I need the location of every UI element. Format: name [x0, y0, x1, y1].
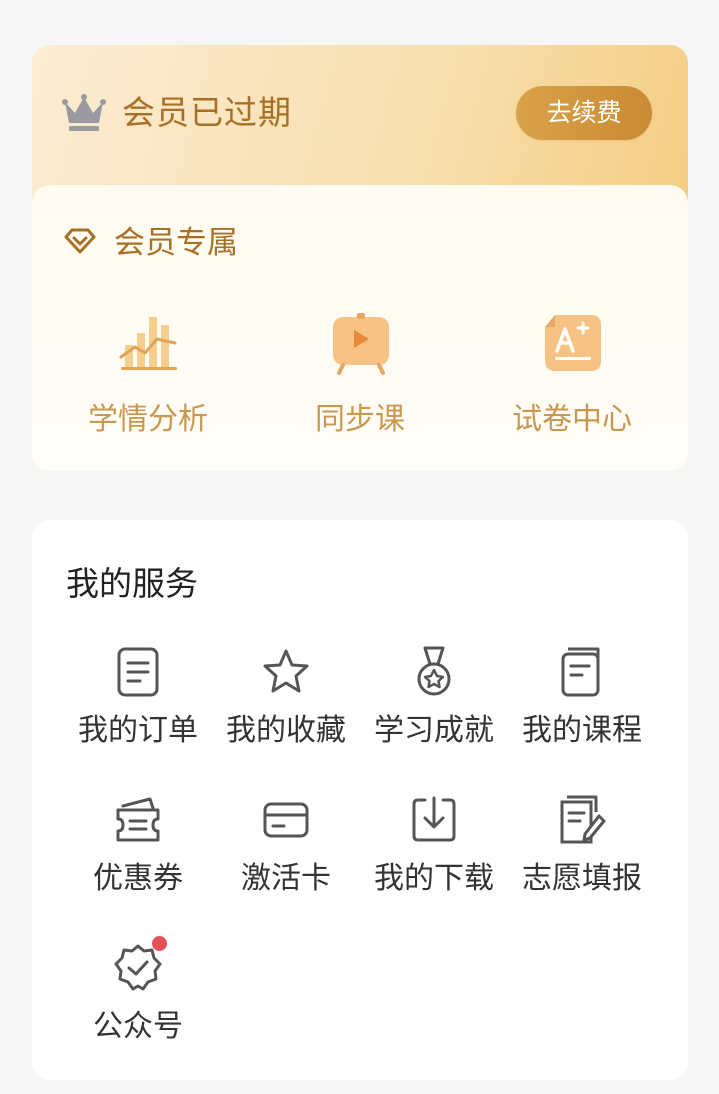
perk-sync-course[interactable]: 同步课 [254, 305, 466, 445]
download-icon [412, 796, 456, 842]
member-exclusive-title: 会员专属 [114, 225, 238, 261]
perk-label: 学情分析 [88, 402, 208, 437]
service-label: 我的下载 [374, 861, 494, 896]
video-lesson-icon [333, 313, 389, 375]
bar-chart-icon [119, 317, 177, 370]
service-my-downloads[interactable]: 我的下载 [360, 794, 508, 914]
service-label: 我的收藏 [226, 713, 346, 748]
service-label: 志愿填报 [522, 861, 642, 896]
service-coupons[interactable]: 优惠券 [64, 794, 212, 914]
membership-status: 会员已过期 [122, 93, 292, 132]
service-my-orders[interactable]: 我的订单 [64, 646, 212, 766]
service-label: 优惠券 [93, 861, 183, 896]
coupon-icon [116, 797, 160, 842]
crown-icon [62, 94, 106, 131]
service-official-account[interactable]: 公众号 [64, 936, 212, 1062]
exam-paper-icon [545, 315, 601, 371]
membership-header: 会员已过期 去续费 [32, 45, 688, 185]
service-my-courses[interactable]: 我的课程 [508, 646, 656, 766]
service-achievements[interactable]: 学习成就 [360, 646, 508, 766]
service-label: 我的课程 [522, 713, 642, 748]
service-label: 我的订单 [78, 713, 198, 748]
medal-icon [417, 646, 451, 696]
service-application-filling[interactable]: 志愿填报 [508, 794, 656, 914]
course-book-icon [561, 647, 600, 697]
perk-label: 试卷中心 [512, 402, 632, 437]
perk-label: 同步课 [315, 402, 405, 437]
service-activation-card[interactable]: 激活卡 [212, 794, 360, 914]
service-my-favorites[interactable]: 我的收藏 [212, 646, 360, 766]
service-label: 公众号 [93, 1009, 183, 1044]
star-icon [263, 649, 309, 693]
edit-document-icon [560, 795, 606, 844]
renew-button[interactable]: 去续费 [516, 86, 652, 140]
order-document-icon [117, 647, 159, 697]
perk-exam-center[interactable]: 试卷中心 [466, 305, 678, 445]
my-services-card: 我的服务 我的订单 我的收藏 学习成就 我的课程 优惠券 激活卡 我的下载 志愿… [32, 520, 688, 1080]
service-label: 学习成就 [374, 713, 494, 748]
services-title: 我的服务 [66, 564, 198, 603]
perk-learning-analysis[interactable]: 学情分析 [42, 305, 254, 445]
card-icon [263, 802, 309, 838]
diamond-icon [64, 228, 96, 254]
membership-card: 会员已过期 去续费 会员专属 学情分析 同步课 试卷中心 [32, 45, 688, 471]
member-exclusive-section: 会员专属 学情分析 同步课 试卷中心 [32, 185, 688, 471]
service-label: 激活卡 [241, 861, 331, 896]
notification-dot [152, 936, 167, 951]
